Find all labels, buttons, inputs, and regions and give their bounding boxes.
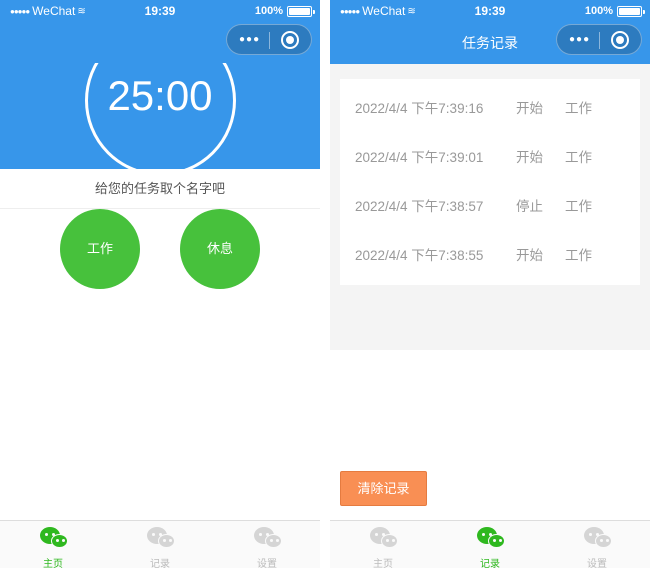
more-icon[interactable]: ●●● (239, 34, 260, 45)
tab-home[interactable]: 主页 (0, 521, 106, 568)
tab-settings[interactable]: 设置 (214, 521, 320, 568)
record-time: 2022/4/4 下午7:39:16 (355, 101, 484, 116)
tab-records[interactable]: 记录 (107, 521, 213, 568)
wechat-icon (252, 526, 284, 550)
wechat-icon (368, 526, 400, 550)
tab-records[interactable]: 记录 (437, 521, 543, 568)
record-type: 工作 (565, 150, 592, 165)
record-action: 停止 (516, 199, 543, 214)
battery-percent: 100% (254, 5, 283, 17)
tab-label: 记录 (480, 559, 500, 568)
record-time: 2022/4/4 下午7:38:55 (355, 248, 484, 263)
tab-label: 设置 (587, 559, 607, 568)
wechat-icon (38, 526, 70, 550)
mini-program-capsule: ●●● (226, 24, 312, 55)
more-icon[interactable]: ●●● (569, 34, 590, 45)
battery-icon (617, 6, 645, 17)
records-screen: 任务记录 ●●●●● WeChat ≋ 19:39 100% ●●● 2022/… (330, 0, 650, 568)
record-type: 工作 (565, 199, 592, 214)
record-action: 开始 (516, 150, 543, 165)
tab-settings[interactable]: 设置 (544, 521, 650, 568)
tab-bar: 主页 记录 设置 (330, 520, 650, 568)
list-item: 2022/4/4 下午7:39:16 开始 工作 (340, 84, 640, 133)
records-list: 2022/4/4 下午7:39:16 开始 工作 2022/4/4 下午7:39… (340, 79, 640, 285)
status-bar: ●●●●● WeChat ≋ 19:39 100% (0, 0, 320, 22)
tab-label: 设置 (257, 559, 277, 568)
record-action: 开始 (516, 248, 543, 263)
close-target-icon[interactable] (281, 31, 299, 49)
status-bar: ●●●●● WeChat ≋ 19:39 100% (330, 0, 650, 22)
tab-label: 记录 (150, 559, 170, 568)
list-item: 2022/4/4 下午7:38:57 停止 工作 (340, 182, 640, 231)
record-action: 开始 (516, 101, 543, 116)
record-type: 工作 (565, 101, 592, 116)
clear-records-button[interactable]: 清除记录 (340, 471, 427, 506)
rest-button[interactable]: 休息 (180, 209, 260, 289)
wechat-icon (475, 526, 507, 550)
timer-display: 25:00 (107, 72, 213, 119)
tab-bar: 主页 记录 设置 (0, 520, 320, 568)
home-screen: 25:00 ●●●●● WeChat ≋ 19:39 100% ●●● 给您的任… (0, 0, 320, 568)
tab-label: 主页 (43, 559, 63, 568)
record-time: 2022/4/4 下午7:39:01 (355, 150, 484, 165)
wechat-icon (145, 526, 177, 550)
record-type: 工作 (565, 248, 592, 263)
list-item: 2022/4/4 下午7:38:55 开始 工作 (340, 231, 640, 280)
record-time: 2022/4/4 下午7:38:57 (355, 199, 484, 214)
battery-percent: 100% (584, 5, 613, 17)
tab-label: 主页 (373, 559, 393, 568)
mini-program-capsule: ●●● (556, 24, 642, 55)
tab-home[interactable]: 主页 (330, 521, 436, 568)
task-name-input[interactable]: 给您的任务取个名字吧 (0, 169, 320, 209)
work-button[interactable]: 工作 (60, 209, 140, 289)
list-item: 2022/4/4 下午7:39:01 开始 工作 (340, 133, 640, 182)
wechat-icon (582, 526, 614, 550)
close-target-icon[interactable] (611, 31, 629, 49)
battery-icon (287, 6, 315, 17)
